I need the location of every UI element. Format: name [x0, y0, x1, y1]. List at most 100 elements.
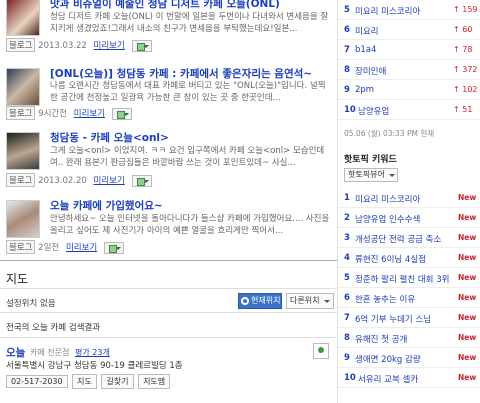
post-meta: 블로그 2일전 미리보기 [6, 240, 124, 254]
post-thumbnail[interactable] [6, 132, 40, 170]
post-title-link[interactable]: [ONL(오늘)] 청담동 카페 : 카페에서 좋은자리는 음연석~ [50, 66, 335, 81]
rank-keyword[interactable]: 남양유업 [358, 105, 389, 117]
hot-keyword[interactable]: 개성공단 전력 공급 축소 [355, 233, 441, 245]
hot-topic-item[interactable]: 9 생애면 20kg 감량 New [338, 348, 480, 368]
rank-keyword[interactable]: 장미인애 [355, 65, 386, 77]
rank-number: 8 [344, 65, 350, 75]
business-actions: 02-517-2030 지도 길찾기 지도맵 [6, 374, 172, 389]
rank-item[interactable]: 7 b1a4 ↑ 78 [338, 40, 480, 60]
rank-number: 2 [344, 213, 350, 223]
post-date: 2일전 [38, 243, 60, 253]
post-title-link[interactable]: 맛과 비쥬얼이 예술인 청담 디저트 카페 오늘(ONL) [50, 0, 335, 11]
hot-keyword[interactable]: 한혼 놓추는 이유 [355, 293, 415, 305]
hot-keyword[interactable]: 류현진 6이닝 4실점 [355, 253, 426, 265]
rank-item[interactable]: 6 미요리 ↑ 60 [338, 20, 480, 40]
map-section-title: 지도 [6, 272, 29, 286]
rank-item[interactable]: 8 장미인애 ↑ 372 [338, 60, 480, 80]
post-snippet: 청담 디저트 카페 오늘(ONL) 이 번말에 일본을 두번이나 다녀와서 변세… [50, 12, 329, 34]
preview-link[interactable]: 미리보기 [94, 41, 125, 51]
hot-topic-item[interactable]: 4 류현진 6이닝 4실점 New [338, 248, 480, 268]
post-meta: 블로그 9시간전 미리보기 [6, 106, 132, 120]
post-date: 2013.02.20 [38, 176, 87, 186]
rank-keyword[interactable]: 2pm [355, 85, 374, 95]
rank-number: 9 [344, 353, 350, 363]
new-badge: New [458, 233, 477, 242]
map-result-heading: 전국의 오늘 카페 검색결과 [6, 323, 101, 333]
rank-change: ↑ 372 [453, 65, 478, 74]
rank-number: 10 [344, 373, 356, 383]
share-dropdown-icon[interactable] [103, 241, 124, 254]
rank-item[interactable]: 10 남양유업 ↑ 51 [338, 100, 480, 120]
rank-number: 10 [344, 105, 356, 115]
preview-link[interactable]: 미리보기 [66, 243, 97, 253]
post-date: 9시간전 [38, 109, 68, 119]
hot-topic-item[interactable]: 5 정준하 팔리 펼친 대회 3위 New [338, 268, 480, 288]
post-title-link[interactable]: 오늘 카페에 가입했어요~ [50, 198, 335, 213]
current-location-button[interactable]: 현재위치 [238, 293, 282, 309]
post-thumbnail[interactable] [6, 0, 40, 36]
new-badge: New [458, 273, 477, 282]
section-divider [0, 260, 337, 261]
rank-number: 5 [344, 5, 350, 15]
hot-keyword[interactable]: 6억 기부 누데기 스님 [355, 313, 431, 325]
other-location-dropdown[interactable]: 다른위치 [286, 293, 334, 309]
hot-keyword[interactable]: 미요리 미스코리아 [355, 193, 420, 205]
hot-topic-item[interactable]: 2 남양유업 인수수색 New [338, 208, 480, 228]
post-thumbnail[interactable] [6, 68, 40, 106]
hot-topic-item[interactable]: 6 한혼 놓추는 이유 New [338, 288, 480, 308]
hot-topic-item[interactable]: 10 서유리 교복 셀카 New [338, 368, 480, 388]
current-location-label: 현재위치 [251, 296, 281, 305]
source-tag: 블로그 [6, 240, 36, 254]
post-snippet: 안녕하세요~ 오늘 인터넷을 돌아다니다가 들스샵 카페에 가입했어요.... … [50, 214, 330, 236]
rank-number: 5 [344, 273, 350, 283]
hot-topic-item[interactable]: 3 개성공단 전력 공급 축소 New [338, 228, 480, 248]
rank-keyword[interactable]: b1a4 [355, 45, 376, 55]
share-dropdown-icon[interactable] [111, 107, 132, 120]
share-dropdown-icon[interactable] [131, 174, 152, 187]
rank-keyword[interactable]: 미요리 미스코리아 [355, 5, 420, 17]
preview-link[interactable]: 미리보기 [94, 176, 125, 186]
hot-keyword[interactable]: 생애면 20kg 감량 [355, 353, 421, 365]
rank-item[interactable]: 9 2pm ↑ 102 [338, 80, 480, 100]
rank-number: 3 [344, 233, 350, 243]
map-pin-icon[interactable] [313, 343, 329, 359]
rank-number: 4 [344, 253, 350, 263]
post-snippet: 그게 오늘<onl> 이었지여. ㅋㅋ 요건 입구쪽에서 카페 오늘<onl> … [50, 146, 325, 168]
chevron-down-icon [389, 174, 395, 177]
hot-topic-item[interactable]: 8 유해진 첫 공개 New [338, 328, 480, 348]
hot-keyword[interactable]: 유해진 첫 공개 [355, 333, 407, 345]
source-tag: 블로그 [6, 173, 36, 187]
phone-button[interactable]: 02-517-2030 [6, 375, 68, 388]
hot-keyword[interactable]: 남양유업 인수수색 [355, 213, 420, 225]
post-snippet: 나름 오랜시간 청담동에서 대표 카페로 버티고 있는 "ONL(오늘)"입니다… [50, 81, 326, 103]
post-date: 2013.03.22 [38, 41, 87, 51]
new-badge: New [458, 313, 477, 322]
business-category: 카페 전문점 [30, 348, 70, 357]
other-location-label: 다른위치 [290, 296, 320, 305]
rank-number: 9 [344, 85, 350, 95]
route-button[interactable]: 길찾기 [101, 374, 134, 389]
rank-change: ↑ 78 [453, 45, 473, 54]
business-reviews-link[interactable]: 평가 23개 [75, 347, 110, 358]
preview-link[interactable]: 미리보기 [74, 109, 105, 119]
hot-keyword[interactable]: 서유리 교복 셀카 [358, 373, 418, 385]
rank-item[interactable]: 5 미요리 미스코리아 ↑ 159 [338, 0, 480, 20]
business-address: 서울특별시 강남구 청담동 90-19 클레르빌딩 1층 [6, 361, 183, 371]
share-dropdown-icon[interactable] [131, 39, 152, 52]
hot-topic-dropdown[interactable]: 핫토픽뷰어 [344, 168, 398, 182]
rank-number: 1 [344, 193, 350, 203]
rank-number: 8 [344, 333, 350, 343]
hot-topic-item[interactable]: 7 6억 기부 누데기 스님 New [338, 308, 480, 328]
hot-topic-item[interactable]: 1 미요리 미스코리아 New [338, 188, 480, 208]
post-thumbnail[interactable] [6, 200, 40, 238]
hot-keyword[interactable]: 정준하 팔리 펼친 대회 3위 [355, 273, 449, 285]
post-title-link[interactable]: 청담동 - 카페 오늘<onl> [50, 130, 335, 145]
mapview-button[interactable]: 지도맵 [138, 374, 171, 389]
rank-keyword[interactable]: 미요리 [355, 25, 378, 37]
business-name-link[interactable]: 오늘 [6, 345, 25, 360]
new-badge: New [458, 253, 477, 262]
new-badge: New [458, 213, 477, 222]
new-badge: New [458, 293, 477, 302]
divider [0, 337, 337, 338]
map-button[interactable]: 지도 [72, 374, 97, 389]
